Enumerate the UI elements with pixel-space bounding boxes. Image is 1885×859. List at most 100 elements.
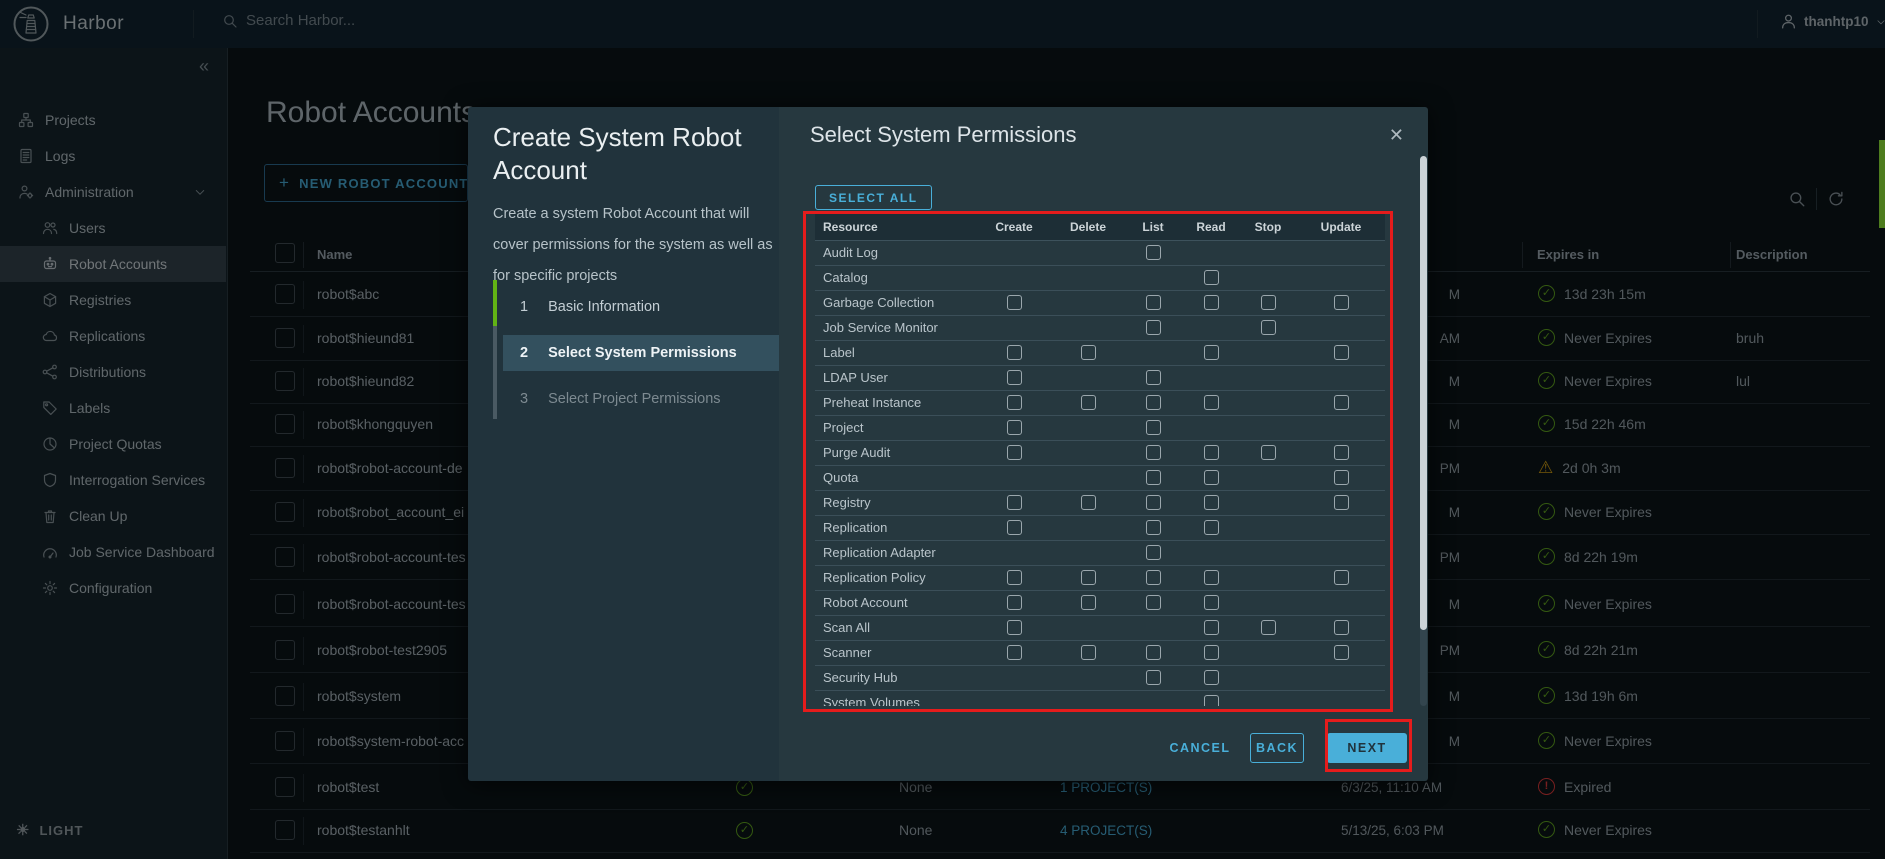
permission-checkbox-read[interactable] [1204, 645, 1219, 660]
permission-checkbox-update[interactable] [1334, 470, 1349, 485]
permission-checkbox-stop[interactable] [1261, 445, 1276, 460]
permission-checkbox-create[interactable] [1007, 370, 1022, 385]
permission-checkbox-list[interactable] [1146, 520, 1161, 535]
perm-resource-label: Label [815, 340, 975, 365]
perm-row: Scanner [815, 640, 1385, 665]
permission-checkbox-list[interactable] [1146, 570, 1161, 585]
permission-checkbox-list[interactable] [1146, 420, 1161, 435]
permission-checkbox-create[interactable] [1007, 420, 1022, 435]
permission-checkbox-list[interactable] [1146, 320, 1161, 335]
permission-checkbox-create[interactable] [1007, 495, 1022, 510]
permission-checkbox-delete[interactable] [1081, 345, 1096, 360]
perm-resource-label: Catalog [815, 265, 975, 290]
permission-checkbox-create[interactable] [1007, 620, 1022, 635]
permission-checkbox-read[interactable] [1204, 295, 1219, 310]
page-scrollbar-thumb[interactable] [1879, 140, 1885, 228]
permission-checkbox-list[interactable] [1146, 445, 1161, 460]
permission-checkbox-update[interactable] [1334, 345, 1349, 360]
modal-scrollbar-thumb[interactable] [1420, 156, 1427, 630]
wizard-step-1[interactable]: 1Basic Information [503, 284, 779, 330]
permission-checkbox-create[interactable] [1007, 595, 1022, 610]
permission-checkbox-list[interactable] [1146, 470, 1161, 485]
perm-column-header-resource: Resource [815, 214, 975, 240]
permission-checkbox-create[interactable] [1007, 570, 1022, 585]
wizard-steps: 1Basic Information 2Select System Permiss… [503, 284, 779, 422]
permission-checkbox-read[interactable] [1204, 595, 1219, 610]
perm-column-header-read: Read [1183, 214, 1239, 240]
permission-checkbox-delete[interactable] [1081, 570, 1096, 585]
perm-column-header-delete: Delete [1053, 214, 1123, 240]
permission-checkbox-list[interactable] [1146, 595, 1161, 610]
perm-row: Replication Policy [815, 565, 1385, 590]
permission-checkbox-update[interactable] [1334, 645, 1349, 660]
perm-row: Security Hub [815, 665, 1385, 690]
perm-row: Preheat Instance [815, 390, 1385, 415]
permission-checkbox-list[interactable] [1146, 495, 1161, 510]
permission-checkbox-create[interactable] [1007, 395, 1022, 410]
create-robot-modal: Create System Robot Account Create a sys… [468, 107, 1428, 781]
permissions-table-wrap: ResourceCreateDeleteListReadStopUpdate A… [815, 214, 1385, 706]
permission-checkbox-list[interactable] [1146, 645, 1161, 660]
modal-description: Create a system Robot Account that will … [493, 199, 785, 292]
permission-checkbox-stop[interactable] [1261, 320, 1276, 335]
modal-wizard-sidebar: Create System Robot Account Create a sys… [468, 107, 779, 781]
permission-checkbox-read[interactable] [1204, 520, 1219, 535]
permission-checkbox-create[interactable] [1007, 295, 1022, 310]
permission-checkbox-read[interactable] [1204, 395, 1219, 410]
wizard-step-3[interactable]: 3Select Project Permissions [503, 376, 779, 422]
perm-resource-label: Audit Log [815, 240, 975, 265]
permission-checkbox-update[interactable] [1334, 295, 1349, 310]
permission-checkbox-read[interactable] [1204, 270, 1219, 285]
permission-checkbox-read[interactable] [1204, 570, 1219, 585]
perm-row: Robot Account [815, 590, 1385, 615]
permission-checkbox-read[interactable] [1204, 495, 1219, 510]
permission-checkbox-update[interactable] [1334, 445, 1349, 460]
permission-checkbox-read[interactable] [1204, 695, 1219, 706]
permission-checkbox-read[interactable] [1204, 445, 1219, 460]
permission-checkbox-stop[interactable] [1261, 620, 1276, 635]
perm-row: Registry [815, 490, 1385, 515]
permission-checkbox-update[interactable] [1334, 495, 1349, 510]
permission-checkbox-stop[interactable] [1261, 295, 1276, 310]
perm-row: Project [815, 415, 1385, 440]
permission-checkbox-update[interactable] [1334, 395, 1349, 410]
permission-checkbox-read[interactable] [1204, 620, 1219, 635]
perm-resource-label: Purge Audit [815, 440, 975, 465]
permission-checkbox-create[interactable] [1007, 445, 1022, 460]
permission-checkbox-list[interactable] [1146, 670, 1161, 685]
permission-checkbox-delete[interactable] [1081, 395, 1096, 410]
permission-checkbox-delete[interactable] [1081, 495, 1096, 510]
permission-checkbox-list[interactable] [1146, 245, 1161, 260]
back-button[interactable]: BACK [1250, 733, 1304, 763]
modal-scrollbar-track[interactable] [1420, 156, 1427, 706]
permission-checkbox-read[interactable] [1204, 670, 1219, 685]
permission-checkbox-create[interactable] [1007, 520, 1022, 535]
close-icon[interactable]: ✕ [1389, 125, 1404, 146]
wizard-step-2[interactable]: 2Select System Permissions [503, 335, 779, 371]
perm-row: Catalog [815, 265, 1385, 290]
permission-checkbox-list[interactable] [1146, 545, 1161, 560]
permission-checkbox-create[interactable] [1007, 345, 1022, 360]
permission-checkbox-read[interactable] [1204, 470, 1219, 485]
perm-row: Purge Audit [815, 440, 1385, 465]
permission-checkbox-list[interactable] [1146, 295, 1161, 310]
permission-checkbox-create[interactable] [1007, 645, 1022, 660]
perm-row: Scan All [815, 615, 1385, 640]
permission-checkbox-list[interactable] [1146, 395, 1161, 410]
permission-checkbox-delete[interactable] [1081, 645, 1096, 660]
perm-resource-label: Replication [815, 515, 975, 540]
permission-checkbox-update[interactable] [1334, 620, 1349, 635]
perm-resource-label: Job Service Monitor [815, 315, 975, 340]
perm-resource-label: Robot Account [815, 590, 975, 615]
perm-row: LDAP User [815, 365, 1385, 390]
modal-content-panel: Select System Permissions ✕ SELECT ALL R… [779, 107, 1428, 781]
next-button[interactable]: NEXT [1327, 733, 1407, 763]
cancel-button[interactable]: CANCEL [1164, 733, 1236, 763]
permission-checkbox-read[interactable] [1204, 345, 1219, 360]
permission-checkbox-update[interactable] [1334, 570, 1349, 585]
permission-checkbox-delete[interactable] [1081, 595, 1096, 610]
perm-resource-label: Preheat Instance [815, 390, 975, 415]
perm-row: Quota [815, 465, 1385, 490]
select-all-button[interactable]: SELECT ALL [815, 185, 932, 210]
permission-checkbox-list[interactable] [1146, 370, 1161, 385]
